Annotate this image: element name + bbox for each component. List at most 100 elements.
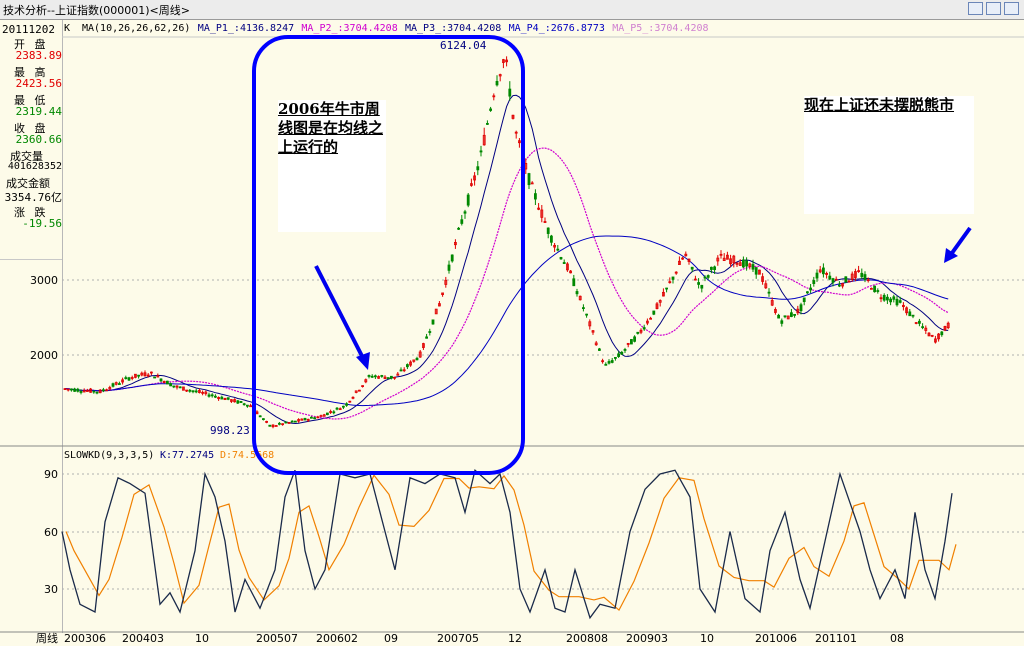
x-axis-labels: 200306 200403 10 200507 200602 09 200705 12 2008… (64, 632, 904, 645)
ma-header-item: MA_P2_:3704.4208 (301, 23, 397, 34)
candle-body (610, 360, 614, 363)
candle-body (118, 383, 121, 385)
candle-body (220, 396, 224, 400)
candle-body (690, 266, 694, 270)
x-axis-label: 200705 (437, 632, 479, 645)
candle-body (697, 282, 700, 285)
candle-body (614, 357, 617, 359)
candle-body (809, 287, 812, 291)
candle-body (585, 313, 588, 316)
x-axis-label: 08 (890, 632, 904, 645)
candle-body (284, 421, 288, 424)
candle-body (178, 386, 182, 389)
candle-body (863, 274, 867, 280)
candle-body (630, 339, 633, 345)
candle-body (290, 420, 294, 423)
candle-body (604, 363, 608, 366)
candle-body (550, 235, 553, 243)
ytick-3000: 3000 (30, 274, 58, 287)
candle-body (460, 219, 464, 224)
candle-body (370, 375, 374, 378)
candle-body (277, 422, 281, 425)
candle-body (153, 376, 157, 379)
kd-ytick-60: 60 (44, 526, 58, 539)
candle-body (313, 417, 317, 420)
annotation-current-bear: 现在上证还未摆脱熊市 (804, 96, 974, 214)
candle-body (325, 412, 329, 416)
candle-body (799, 304, 803, 312)
kd-k-value: K:77.2745 (160, 450, 214, 461)
high-price-label: 6124.04 (440, 39, 487, 52)
candle-body (559, 257, 563, 260)
candle-body (226, 397, 230, 400)
candle-body (386, 377, 390, 379)
arrow-2006-line (314, 265, 366, 361)
candle-body (642, 327, 646, 330)
candle-body (703, 276, 707, 279)
candle-body (450, 254, 454, 262)
candle-body (495, 80, 499, 86)
candle-body (556, 248, 560, 251)
kd-ytick-90: 90 (44, 468, 58, 481)
candle-body (892, 296, 896, 300)
candle-body (405, 364, 409, 368)
candle-body (274, 425, 278, 427)
candle-body (169, 383, 173, 387)
candle-body (620, 351, 624, 355)
kd-d-line (65, 474, 957, 612)
x-axis-label: 200507 (256, 632, 298, 645)
arrow-current-line (950, 226, 972, 255)
candle-body (898, 300, 902, 303)
candle-body (213, 395, 217, 398)
low-price-label: 998.23 (210, 424, 250, 437)
candle-body (889, 298, 892, 303)
candle-body (380, 375, 384, 377)
candle-body (76, 388, 80, 392)
candle-body (598, 348, 601, 351)
candle-body (428, 331, 432, 333)
candle-body (367, 375, 371, 377)
candle-body (191, 390, 195, 393)
kd-header-name: SLOWKD(9,3,3,5) (64, 450, 154, 461)
candle-body (194, 390, 198, 393)
candle-body (102, 389, 105, 392)
candle-body (828, 275, 832, 280)
kd-ytick-30: 30 (44, 583, 58, 596)
kd-k-line (61, 468, 953, 620)
candle-body (95, 391, 99, 394)
x-axis-label: 200903 (626, 632, 668, 645)
candle-body (303, 417, 307, 421)
candle-body (165, 380, 169, 385)
candle-body (332, 411, 336, 414)
ma-header-item: MA(10,26,26,62,26) (82, 23, 190, 34)
candle-body (111, 383, 115, 387)
candle-body (607, 361, 611, 364)
period-label: 周线 (36, 631, 58, 645)
candle-body (389, 375, 393, 379)
candle-body (137, 374, 141, 377)
candle-body (335, 407, 339, 410)
candle-body (489, 108, 493, 111)
candle-body (373, 375, 377, 378)
candle-body (908, 311, 912, 317)
candle-body (73, 388, 76, 392)
candle-body (188, 389, 192, 392)
candle-body (239, 401, 243, 403)
candle-body (876, 290, 880, 292)
candle-body (700, 284, 704, 289)
candle-body (790, 312, 793, 317)
candle-body (940, 331, 944, 336)
candle-body (245, 404, 249, 407)
candle-body (457, 227, 461, 230)
candle-body (207, 394, 211, 397)
candle-body (485, 123, 489, 125)
candle-body (636, 331, 640, 334)
candle-body (79, 391, 83, 393)
k-tag: K (64, 23, 70, 34)
x-axis-label: 09 (384, 632, 398, 645)
candle-body (802, 297, 806, 303)
candle-body (159, 378, 163, 382)
candle-body (838, 284, 841, 287)
candle-body (476, 166, 480, 171)
candle-body (527, 173, 531, 186)
